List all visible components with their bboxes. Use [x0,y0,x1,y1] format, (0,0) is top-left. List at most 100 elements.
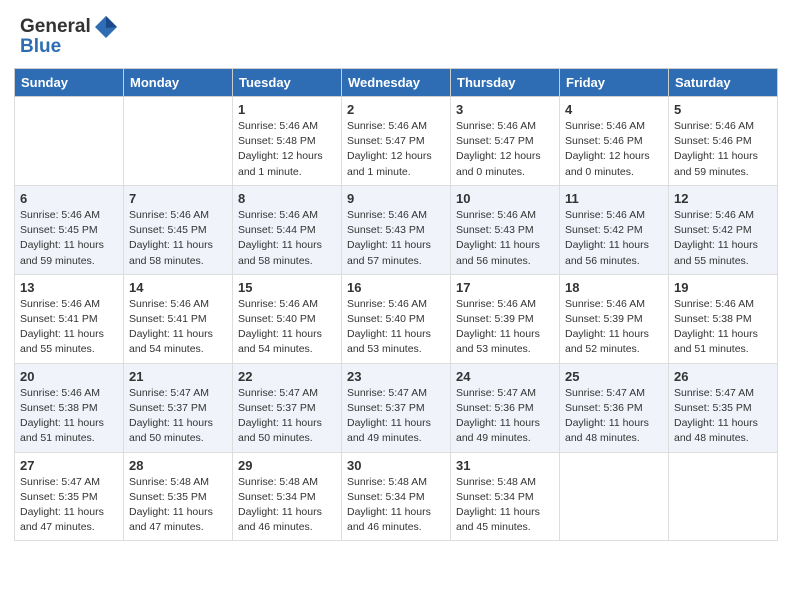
day-number: 31 [456,458,554,473]
day-number: 22 [238,369,336,384]
calendar-cell: 22 Sunrise: 5:47 AMSunset: 5:37 PMDayligh… [233,363,342,452]
day-number: 29 [238,458,336,473]
calendar-cell: 8 Sunrise: 5:46 AMSunset: 5:44 PMDaylight… [233,185,342,274]
calendar-week-2: 6 Sunrise: 5:46 AMSunset: 5:45 PMDaylight… [15,185,778,274]
day-info: Sunrise: 5:46 AMSunset: 5:48 PMDaylight:… [238,119,336,180]
day-number: 13 [20,280,118,295]
weekday-header-thursday: Thursday [451,69,560,97]
calendar-week-5: 27 Sunrise: 5:47 AMSunset: 5:35 PMDayligh… [15,452,778,541]
day-number: 16 [347,280,445,295]
day-number: 8 [238,191,336,206]
day-info: Sunrise: 5:46 AMSunset: 5:43 PMDaylight:… [456,208,554,269]
day-info: Sunrise: 5:46 AMSunset: 5:42 PMDaylight:… [674,208,772,269]
day-info: Sunrise: 5:48 AMSunset: 5:34 PMDaylight:… [456,475,554,536]
day-info: Sunrise: 5:47 AMSunset: 5:35 PMDaylight:… [674,386,772,447]
calendar-cell: 29 Sunrise: 5:48 AMSunset: 5:34 PMDayligh… [233,452,342,541]
day-info: Sunrise: 5:46 AMSunset: 5:47 PMDaylight:… [347,119,445,180]
day-number: 14 [129,280,227,295]
day-info: Sunrise: 5:48 AMSunset: 5:35 PMDaylight:… [129,475,227,536]
day-number: 15 [238,280,336,295]
weekday-header-saturday: Saturday [669,69,778,97]
day-number: 12 [674,191,772,206]
day-number: 30 [347,458,445,473]
calendar-cell: 2 Sunrise: 5:46 AMSunset: 5:47 PMDaylight… [342,97,451,186]
calendar-cell: 30Sunrise: 5:48 AMSunset: 5:34 PMDayligh… [342,452,451,541]
weekday-header-tuesday: Tuesday [233,69,342,97]
day-number: 23 [347,369,445,384]
day-info: Sunrise: 5:46 AMSunset: 5:42 PMDaylight:… [565,208,663,269]
calendar-cell: 24Sunrise: 5:47 AMSunset: 5:36 PMDayligh… [451,363,560,452]
calendar-cell [560,452,669,541]
calendar-cell: 11 Sunrise: 5:46 AMSunset: 5:42 PMDayligh… [560,185,669,274]
day-number: 27 [20,458,118,473]
day-number: 2 [347,102,445,117]
day-info: Sunrise: 5:46 AMSunset: 5:45 PMDaylight:… [129,208,227,269]
day-number: 4 [565,102,663,117]
calendar-cell [669,452,778,541]
calendar-cell: 17 Sunrise: 5:46 AMSunset: 5:39 PMDayligh… [451,274,560,363]
calendar-cell: 5Sunrise: 5:46 AMSunset: 5:46 PMDaylight… [669,97,778,186]
weekday-header-monday: Monday [124,69,233,97]
day-info: Sunrise: 5:47 AMSunset: 5:36 PMDaylight:… [565,386,663,447]
day-number: 10 [456,191,554,206]
day-info: Sunrise: 5:46 AMSunset: 5:41 PMDaylight:… [129,297,227,358]
calendar-cell: 7 Sunrise: 5:46 AMSunset: 5:45 PMDaylight… [124,185,233,274]
calendar-week-3: 13 Sunrise: 5:46 AMSunset: 5:41 PMDayligh… [15,274,778,363]
calendar-cell: 15 Sunrise: 5:46 AMSunset: 5:40 PMDayligh… [233,274,342,363]
logo-general: General [20,16,91,38]
calendar-cell: 12 Sunrise: 5:46 AMSunset: 5:42 PMDayligh… [669,185,778,274]
day-info: Sunrise: 5:46 AMSunset: 5:40 PMDaylight:… [238,297,336,358]
day-info: Sunrise: 5:46 AMSunset: 5:43 PMDaylight:… [347,208,445,269]
calendar-table: SundayMondayTuesdayWednesdayThursdayFrid… [14,68,778,541]
calendar-cell: 19 Sunrise: 5:46 AMSunset: 5:38 PMDayligh… [669,274,778,363]
calendar-cell: 16 Sunrise: 5:46 AMSunset: 5:40 PMDayligh… [342,274,451,363]
calendar-cell: 1 Sunrise: 5:46 AMSunset: 5:48 PMDaylight… [233,97,342,186]
day-number: 24 [456,369,554,384]
day-number: 28 [129,458,227,473]
day-info: Sunrise: 5:47 AMSunset: 5:37 PMDaylight:… [347,386,445,447]
day-info: Sunrise: 5:46 AMSunset: 5:38 PMDaylight:… [674,297,772,358]
day-number: 6 [20,191,118,206]
day-info: Sunrise: 5:47 AMSunset: 5:37 PMDaylight:… [129,386,227,447]
weekday-header-row: SundayMondayTuesdayWednesdayThursdayFrid… [15,69,778,97]
calendar-cell: 3 Sunrise: 5:46 AMSunset: 5:47 PMDaylight… [451,97,560,186]
calendar-cell: 28 Sunrise: 5:48 AMSunset: 5:35 PMDayligh… [124,452,233,541]
calendar-cell: 21 Sunrise: 5:47 AMSunset: 5:37 PMDayligh… [124,363,233,452]
calendar-cell [124,97,233,186]
day-info: Sunrise: 5:46 AMSunset: 5:39 PMDaylight:… [456,297,554,358]
day-info: Sunrise: 5:46 AMSunset: 5:41 PMDaylight:… [20,297,118,358]
day-info: Sunrise: 5:46 AMSunset: 5:44 PMDaylight:… [238,208,336,269]
day-number: 5 [674,102,772,117]
calendar-cell: 4Sunrise: 5:46 AMSunset: 5:46 PMDaylight… [560,97,669,186]
logo: General Blue [20,14,119,58]
logo-icon [93,14,119,40]
calendar-cell: 25 Sunrise: 5:47 AMSunset: 5:36 PMDayligh… [560,363,669,452]
page-header: General Blue [0,0,792,64]
day-number: 3 [456,102,554,117]
calendar-cell: 13 Sunrise: 5:46 AMSunset: 5:41 PMDayligh… [15,274,124,363]
weekday-header-wednesday: Wednesday [342,69,451,97]
calendar-cell: 20Sunrise: 5:46 AMSunset: 5:38 PMDayligh… [15,363,124,452]
day-info: Sunrise: 5:48 AMSunset: 5:34 PMDaylight:… [238,475,336,536]
day-number: 21 [129,369,227,384]
calendar-week-1: 1 Sunrise: 5:46 AMSunset: 5:48 PMDaylight… [15,97,778,186]
day-info: Sunrise: 5:46 AMSunset: 5:39 PMDaylight:… [565,297,663,358]
day-number: 19 [674,280,772,295]
day-info: Sunrise: 5:46 AMSunset: 5:40 PMDaylight:… [347,297,445,358]
day-info: Sunrise: 5:46 AMSunset: 5:47 PMDaylight:… [456,119,554,180]
calendar-cell: 6Sunrise: 5:46 AMSunset: 5:45 PMDaylight… [15,185,124,274]
day-number: 7 [129,191,227,206]
day-number: 20 [20,369,118,384]
day-number: 26 [674,369,772,384]
calendar-cell: 10 Sunrise: 5:46 AMSunset: 5:43 PMDayligh… [451,185,560,274]
day-number: 18 [565,280,663,295]
calendar-week-4: 20Sunrise: 5:46 AMSunset: 5:38 PMDayligh… [15,363,778,452]
day-number: 17 [456,280,554,295]
day-info: Sunrise: 5:47 AMSunset: 5:37 PMDaylight:… [238,386,336,447]
calendar-cell: 27 Sunrise: 5:47 AMSunset: 5:35 PMDayligh… [15,452,124,541]
day-number: 25 [565,369,663,384]
day-info: Sunrise: 5:47 AMSunset: 5:35 PMDaylight:… [20,475,118,536]
weekday-header-sunday: Sunday [15,69,124,97]
day-number: 11 [565,191,663,206]
day-number: 1 [238,102,336,117]
